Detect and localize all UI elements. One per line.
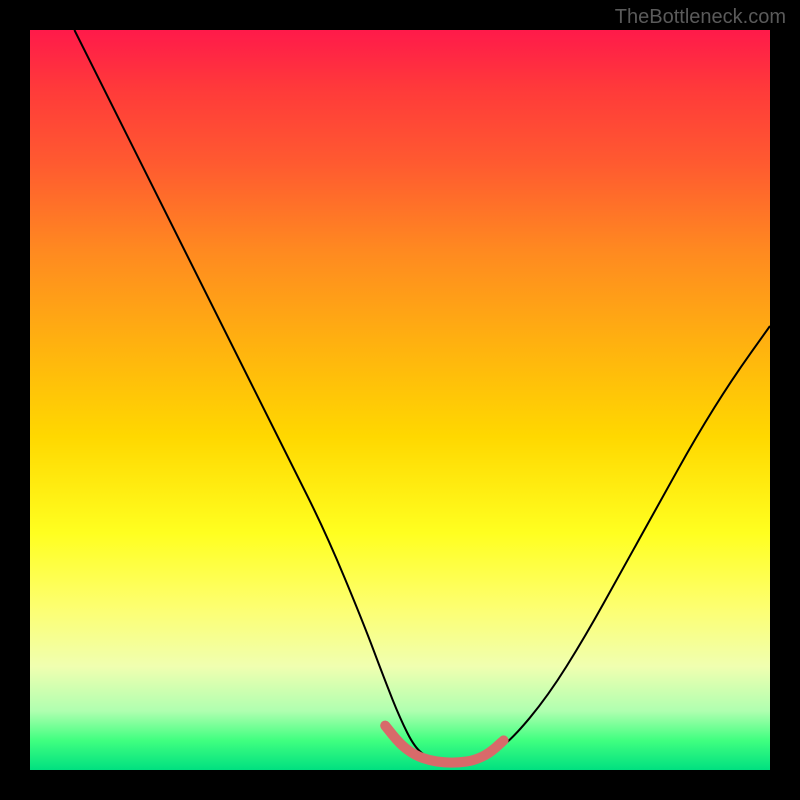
chart-plot-area: [30, 30, 770, 770]
bottleneck-curve-line: [74, 30, 770, 763]
optimal-zone-line: [385, 726, 503, 763]
watermark-text: TheBottleneck.com: [615, 6, 786, 29]
chart-svg: [30, 30, 770, 770]
